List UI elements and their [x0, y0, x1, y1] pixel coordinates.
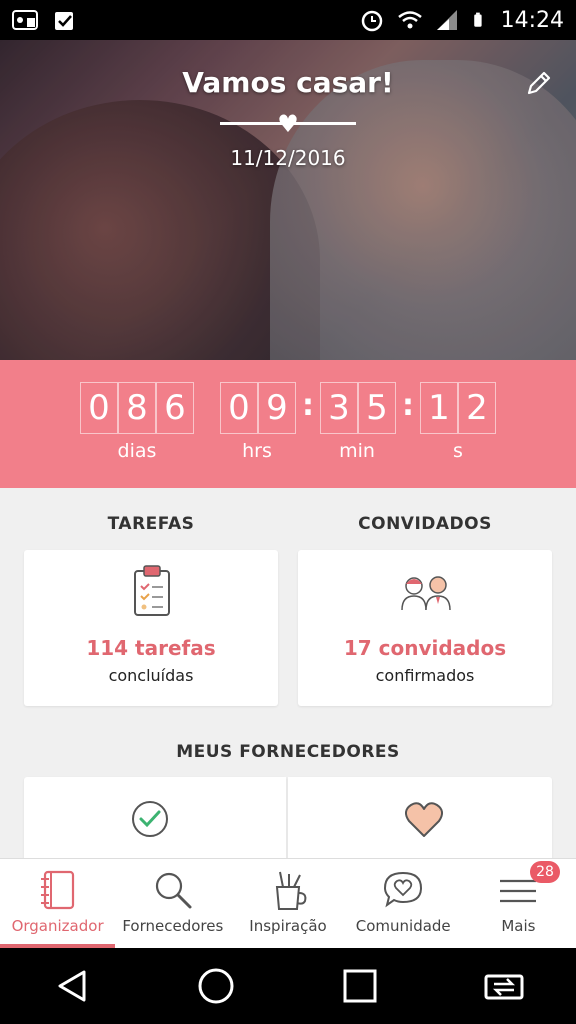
home-circle-icon	[198, 968, 234, 1004]
pencil-cup-icon	[275, 871, 307, 910]
back-button[interactable]	[48, 962, 96, 1010]
vendors-heading: MEUS FORNECEDORES	[176, 742, 400, 762]
countdown-digit: 3	[320, 382, 358, 434]
signal-icon	[436, 10, 457, 30]
countdown-hours-label: hrs	[242, 440, 272, 462]
countdown-digit: 9	[258, 382, 296, 434]
clipboard-icon	[134, 565, 170, 616]
pencil-icon[interactable]	[524, 68, 554, 98]
countdown-digit: 2	[458, 382, 496, 434]
countdown-timer: 0 8 6 0 9 : 3 5 : 1 2 dias hrs min s	[0, 360, 576, 488]
countdown-minutes-label: min	[339, 440, 375, 462]
nav-label: Organizador	[11, 917, 104, 935]
recents-button[interactable]	[336, 962, 384, 1010]
task-icon	[55, 12, 73, 30]
guests-heading: CONVIDADOS	[358, 514, 492, 534]
countdown-hours: 0 9	[220, 382, 296, 434]
switch-window-icon	[484, 974, 524, 1000]
tasks-count: 114 tarefas	[86, 636, 216, 660]
countdown-minutes: 3 5	[320, 382, 396, 434]
alarm-icon	[361, 10, 382, 32]
tasks-card[interactable]: 114 tarefas concluídas	[24, 550, 278, 706]
guests-sub: confirmados	[375, 666, 475, 685]
guests-count: 17 convidados	[343, 636, 507, 660]
countdown-seconds: 1 2	[420, 382, 496, 434]
wifi-icon	[397, 11, 422, 29]
countdown-days-label: dias	[117, 440, 157, 462]
tasks-sub: concluídas	[108, 666, 194, 685]
countdown-digit: 0	[80, 382, 118, 434]
nav-mais[interactable]: 28 Mais	[461, 859, 576, 948]
nav-label: Inspiração	[249, 917, 327, 935]
status-bar: 14:24	[0, 0, 576, 40]
home-button[interactable]	[192, 962, 240, 1010]
notification-badge: 28	[530, 861, 561, 883]
nav-label: Comunidade	[355, 917, 451, 935]
countdown-days: 0 8 6	[80, 382, 194, 434]
nav-label: Mais	[501, 917, 536, 935]
hero-photo: Vamos casar! ♥ 11/12/2016	[0, 40, 576, 360]
heart-icon: ♥	[277, 110, 299, 138]
status-time: 14:24	[500, 7, 564, 33]
chat-heart-icon	[384, 871, 423, 908]
guests-card[interactable]: 17 convidados confirmados	[298, 550, 552, 706]
search-icon	[155, 872, 192, 909]
nav-label: Fornecedores	[122, 917, 224, 935]
check-circle-icon	[132, 801, 168, 837]
nav-organizador[interactable]: Organizador	[0, 859, 116, 948]
voicemail-icon	[12, 10, 38, 30]
heart-icon	[405, 802, 443, 837]
countdown-digit: 5	[358, 382, 396, 434]
couple-icon	[401, 576, 451, 611]
system-navigation-bar	[0, 948, 576, 1024]
countdown-digit: 6	[156, 382, 194, 434]
nav-comunidade[interactable]: Comunidade	[346, 859, 461, 948]
switch-window-button[interactable]	[480, 962, 528, 1010]
countdown-seconds-label: s	[453, 440, 463, 462]
bottom-navigation: Organizador Fornecedores Inspiração Comu…	[0, 858, 576, 948]
countdown-digit: 1	[420, 382, 458, 434]
wedding-date: 11/12/2016	[230, 146, 346, 170]
nav-inspiracao[interactable]: Inspiração	[230, 859, 345, 948]
countdown-separator: :	[402, 388, 414, 423]
hero-title: Vamos casar!	[182, 66, 394, 99]
battery-icon	[473, 12, 482, 27]
countdown-separator: :	[302, 388, 314, 423]
tasks-heading: TAREFAS	[107, 514, 195, 534]
countdown-digit: 0	[220, 382, 258, 434]
recents-square-icon	[343, 969, 377, 1003]
back-triangle-icon	[58, 970, 86, 1002]
nav-fornecedores[interactable]: Fornecedores	[115, 859, 230, 948]
notebook-icon	[40, 870, 74, 910]
countdown-digit: 8	[118, 382, 156, 434]
